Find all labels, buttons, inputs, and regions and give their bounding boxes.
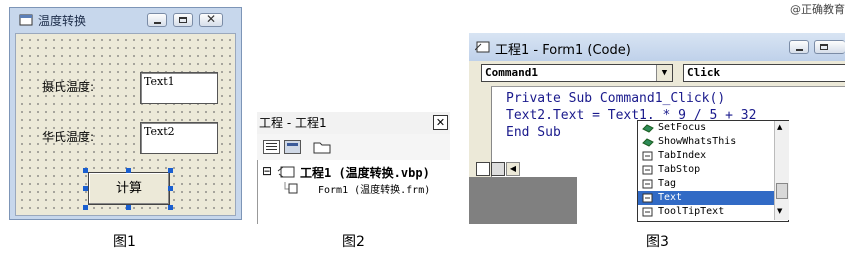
toggle-folders-icon[interactable]	[313, 139, 331, 154]
autocomplete-scrollbar[interactable]: ▲ ▼	[774, 121, 789, 220]
figure2-caption: 图2	[342, 234, 365, 250]
minimize-button[interactable]	[789, 40, 809, 54]
method-icon	[642, 138, 654, 147]
minimize-icon	[154, 22, 161, 24]
autocomplete-item-label: TabIndex	[658, 150, 707, 161]
autocomplete-item[interactable]: ToolTipText	[638, 205, 774, 219]
property-icon	[642, 193, 653, 203]
selection-handle[interactable]	[126, 205, 131, 210]
code-window-icon	[475, 41, 490, 53]
fahrenheit-label: 华氏温度:	[42, 130, 95, 144]
autocomplete-items: SetFocus ShowWhatsThis TabIndex TabStop Tag T…	[638, 121, 774, 221]
selection-handle[interactable]	[168, 168, 173, 173]
form-icon	[19, 14, 33, 26]
text1-textbox[interactable]: Text1	[140, 72, 218, 104]
code-line: Private Sub Command1_Click()	[506, 91, 726, 106]
project-icon	[277, 166, 295, 178]
scroll-left-icon[interactable]: ◀	[506, 162, 520, 176]
selection-handle[interactable]	[83, 168, 88, 173]
form-title-bar: 温度转换 ✕	[10, 8, 241, 32]
text2-textbox[interactable]: Text2	[140, 122, 218, 154]
maximize-icon	[179, 17, 187, 23]
figure3-caption: 图3	[646, 234, 669, 250]
watermark: @正确教育	[790, 3, 845, 16]
property-icon	[642, 207, 653, 217]
view-code-icon[interactable]	[263, 140, 280, 154]
scroll-up-icon[interactable]: ▲	[777, 123, 782, 131]
chevron-down-icon[interactable]: ▼	[656, 65, 672, 81]
code-line: End Sub	[506, 125, 561, 140]
autocomplete-item[interactable]: TabStop	[638, 163, 774, 177]
autocomplete-item[interactable]: TabIndex	[638, 149, 774, 163]
autocomplete-item-label: Tag	[658, 178, 677, 189]
autocomplete-item-label: ShowWhatsThis	[658, 136, 737, 147]
autocomplete-item-label: ToolTipText	[658, 206, 725, 217]
procedure-view-icon[interactable]	[476, 162, 490, 176]
celsius-label: 摄氏温度:	[42, 80, 95, 94]
autocomplete-item-label: SetFocus	[658, 122, 707, 133]
maximize-icon	[820, 44, 828, 50]
selection-handle[interactable]	[83, 186, 88, 191]
autocomplete-item-label: TabStop	[658, 164, 701, 175]
full-module-view-icon[interactable]	[491, 162, 505, 176]
selection-handle[interactable]	[83, 205, 88, 210]
calculate-button[interactable]: 计算	[88, 172, 170, 205]
form-canvas: 摄氏温度: Text1 华氏温度: Text2 计算	[15, 33, 236, 216]
code-window-title-bar: 工程1 - Form1 (Code)	[469, 33, 845, 62]
object-combo-value: Command1	[485, 66, 538, 79]
autocomplete-item[interactable]: SetFocus	[638, 121, 774, 135]
form-node[interactable]: Form1 (温度转换.frm)	[318, 181, 430, 196]
form-title: 温度转换	[38, 14, 87, 28]
project-tree: ⊟ 工程1 (温度转换.vbp) Form1 (温度转换.frm)	[257, 160, 451, 224]
procedure-combo-value: Click	[687, 66, 721, 79]
project-explorer-title-bar: 工程 - 工程1	[257, 112, 450, 134]
close-button[interactable]: ✕	[199, 12, 223, 27]
maximize-button[interactable]	[173, 13, 193, 27]
autocomplete-item[interactable]: ShowWhatsThis	[638, 135, 774, 149]
object-combo[interactable]: Command1 ▼	[481, 64, 673, 82]
scroll-thumb[interactable]	[776, 183, 788, 199]
autocomplete-item[interactable]: Tag	[638, 177, 774, 191]
minimize-icon	[796, 49, 803, 51]
selection-handle[interactable]	[126, 168, 131, 173]
scroll-down-icon[interactable]: ▼	[777, 207, 782, 215]
autocomplete-item[interactable]: Text	[638, 191, 774, 205]
property-icon	[642, 165, 653, 175]
property-icon	[642, 151, 653, 161]
close-icon: ✕	[206, 12, 217, 26]
view-object-icon[interactable]	[284, 140, 301, 154]
figure1-caption: 图1	[113, 234, 136, 250]
method-icon	[642, 124, 654, 133]
mdi-background	[469, 177, 577, 224]
project-node[interactable]: 工程1 (温度转换.vbp)	[300, 164, 430, 181]
form-node-icon	[284, 182, 298, 194]
close-button[interactable]: ✕	[433, 115, 448, 130]
project-explorer-title: 工程 - 工程1	[259, 116, 327, 130]
property-icon	[642, 179, 653, 189]
code-window-title: 工程1 - Form1 (Code)	[495, 43, 631, 58]
selection-handle[interactable]	[168, 205, 173, 210]
tree-expander-icon[interactable]: ⊟	[262, 164, 272, 178]
form-designer-window: 温度转换 ✕ 摄氏温度: Text1 华氏温度: Text2 计算	[9, 7, 242, 220]
maximize-button[interactable]	[814, 40, 845, 54]
autocomplete-item-label: Text	[658, 192, 683, 203]
minimize-button[interactable]	[147, 13, 167, 27]
selection-handle[interactable]	[168, 186, 173, 191]
project-explorer-toolbar	[257, 134, 450, 161]
procedure-combo[interactable]: Click	[683, 64, 845, 82]
